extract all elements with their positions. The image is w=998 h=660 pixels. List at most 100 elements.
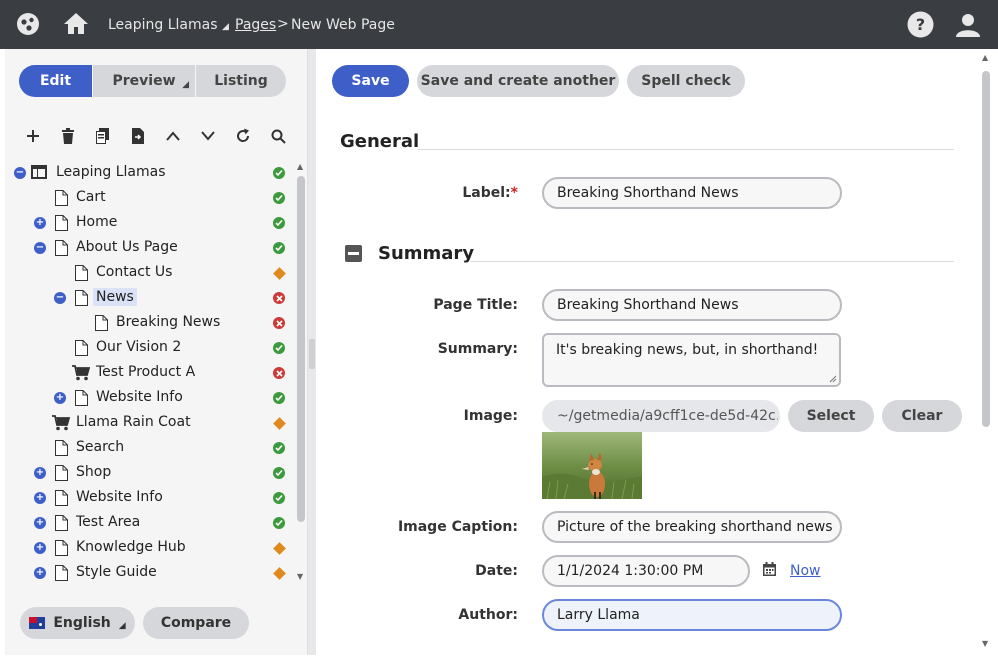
spell-check-button[interactable]: Spell check <box>627 65 745 97</box>
status-published-icon <box>273 242 285 254</box>
tree-item-label: Test Area <box>76 514 141 530</box>
tree-item[interactable]: Cart <box>34 187 260 209</box>
mode-preview-button[interactable]: Preview ◢ <box>93 65 195 97</box>
compare-button[interactable]: Compare <box>143 607 249 639</box>
status-published-icon <box>273 517 285 529</box>
tree-item[interactable]: + Website Info <box>54 387 260 409</box>
tree-item[interactable]: − Leaping Llamas <box>14 162 260 184</box>
tree-item[interactable]: Breaking News <box>74 312 260 334</box>
status-published-icon <box>273 392 285 404</box>
tree-scrollbar-thumb[interactable] <box>297 176 305 522</box>
date-input[interactable]: 1/1/2024 1:30:00 PM <box>542 555 750 587</box>
scroll-down-icon[interactable]: ▼ <box>297 572 303 581</box>
tree-item[interactable]: − About Us Page <box>34 237 260 259</box>
collapse-icon[interactable]: − <box>54 292 66 304</box>
collapse-icon[interactable]: − <box>34 242 46 254</box>
help-icon[interactable]: ? <box>907 11 934 38</box>
site-selector[interactable]: Leaping Llamas ◢ <box>108 17 229 33</box>
tree-item[interactable]: + Shop <box>34 462 260 484</box>
tree-item[interactable]: + Style Guide <box>34 562 260 584</box>
caret-down-icon: ◢ <box>118 621 126 631</box>
tree-scrollbar[interactable]: ▲ ▼ <box>296 162 306 584</box>
breadcrumb-pages-link[interactable]: Pages <box>235 17 276 33</box>
search-icon[interactable] <box>268 126 288 146</box>
image-path-input[interactable]: ~/getmedia/a9cff1ce-de5d-42c... <box>542 400 780 432</box>
flag-icon <box>29 617 46 629</box>
page-title-input[interactable]: Breaking Shorthand News <box>542 289 842 321</box>
status-unpublished-icon <box>273 292 285 304</box>
collapse-icon[interactable]: − <box>14 167 26 179</box>
app-logo-icon[interactable] <box>16 12 40 36</box>
form-scrollbar[interactable]: ▲ ▼ <box>980 53 992 653</box>
page-icon <box>75 265 88 281</box>
expand-icon[interactable]: + <box>34 467 46 479</box>
save-and-create-another-button[interactable]: Save and create another <box>417 65 619 97</box>
general-section-heading: General <box>340 131 420 152</box>
home-icon[interactable] <box>63 11 89 35</box>
author-input[interactable]: Larry Llama <box>542 599 842 631</box>
move-down-icon[interactable] <box>198 126 218 146</box>
panel-splitter[interactable] <box>308 49 316 655</box>
page-icon <box>55 215 68 231</box>
scroll-up-icon[interactable]: ▲ <box>297 162 303 171</box>
expand-icon[interactable]: + <box>34 567 46 579</box>
image-caption-input[interactable]: Picture of the breaking shorthand news <box>542 511 842 543</box>
mode-listing-button[interactable]: Listing <box>196 65 286 97</box>
collapse-icon[interactable] <box>345 245 362 262</box>
tree-item[interactable]: + Test Area <box>34 512 260 534</box>
tree-item[interactable]: + Home <box>34 212 260 234</box>
tree-item[interactable]: Llama Rain Coat <box>34 412 260 434</box>
user-icon[interactable] <box>955 12 981 38</box>
save-button[interactable]: Save <box>332 65 409 97</box>
move-up-icon[interactable] <box>163 126 183 146</box>
tree-item[interactable]: Test Product A <box>54 362 260 384</box>
tree-item-label: Website Info <box>76 489 163 505</box>
move-icon[interactable] <box>128 126 148 146</box>
language-selector[interactable]: English ◢ <box>20 607 135 639</box>
expand-icon[interactable]: + <box>34 492 46 504</box>
expand-icon[interactable]: + <box>34 542 46 554</box>
tree-item[interactable]: − News <box>54 287 260 309</box>
scroll-up-icon[interactable]: ▲ <box>982 53 988 62</box>
section-divider <box>418 149 954 150</box>
tree-item[interactable]: + Website Info <box>34 487 260 509</box>
delete-icon[interactable] <box>58 126 78 146</box>
image-clear-button[interactable]: Clear <box>882 400 962 432</box>
page-icon <box>75 390 88 406</box>
status-published-icon <box>273 492 285 504</box>
scroll-down-icon[interactable]: ▼ <box>982 639 988 648</box>
add-icon[interactable] <box>23 126 43 146</box>
top-bar: Leaping Llamas ◢ Pages > New Web Page ? <box>0 0 998 49</box>
label-input[interactable]: Breaking Shorthand News <box>542 177 842 209</box>
tree-item[interactable]: Search <box>34 437 260 459</box>
form-scrollbar-thumb[interactable] <box>982 71 990 427</box>
expand-icon[interactable]: + <box>34 217 46 229</box>
site-icon <box>31 165 47 179</box>
tree-item[interactable]: + Knowledge Hub <box>34 537 260 559</box>
tree-item-label: Our Vision 2 <box>96 339 182 355</box>
refresh-icon[interactable] <box>233 126 253 146</box>
section-divider <box>470 261 954 262</box>
breadcrumb-separator: > <box>277 16 289 32</box>
tree-item[interactable]: Our Vision 2 <box>54 337 260 359</box>
caret-down-icon: ◢ <box>182 80 189 90</box>
calendar-icon[interactable] <box>762 562 777 577</box>
mode-edit-button[interactable]: Edit <box>19 65 92 97</box>
page-icon <box>55 440 68 456</box>
tree-item[interactable]: Contact Us <box>54 262 260 284</box>
summary-text: It's breaking news, but, in shorthand! <box>556 342 819 358</box>
summary-textarea[interactable]: It's breaking news, but, in shorthand! <box>542 333 841 387</box>
resize-handle-icon[interactable] <box>829 375 837 383</box>
status-draft-icon <box>272 266 286 280</box>
expand-icon[interactable]: + <box>54 392 66 404</box>
image-label: Image: <box>463 408 518 424</box>
cart-icon <box>52 415 70 431</box>
image-select-button[interactable]: Select <box>788 400 874 432</box>
copy-icon[interactable] <box>93 126 113 146</box>
expand-icon[interactable]: + <box>34 517 46 529</box>
image-caption-label: Image Caption: <box>397 519 518 535</box>
date-now-link[interactable]: Now <box>790 563 821 579</box>
status-unpublished-icon <box>273 317 285 329</box>
tree-item-label: Shop <box>76 464 112 480</box>
page-icon <box>55 190 68 206</box>
